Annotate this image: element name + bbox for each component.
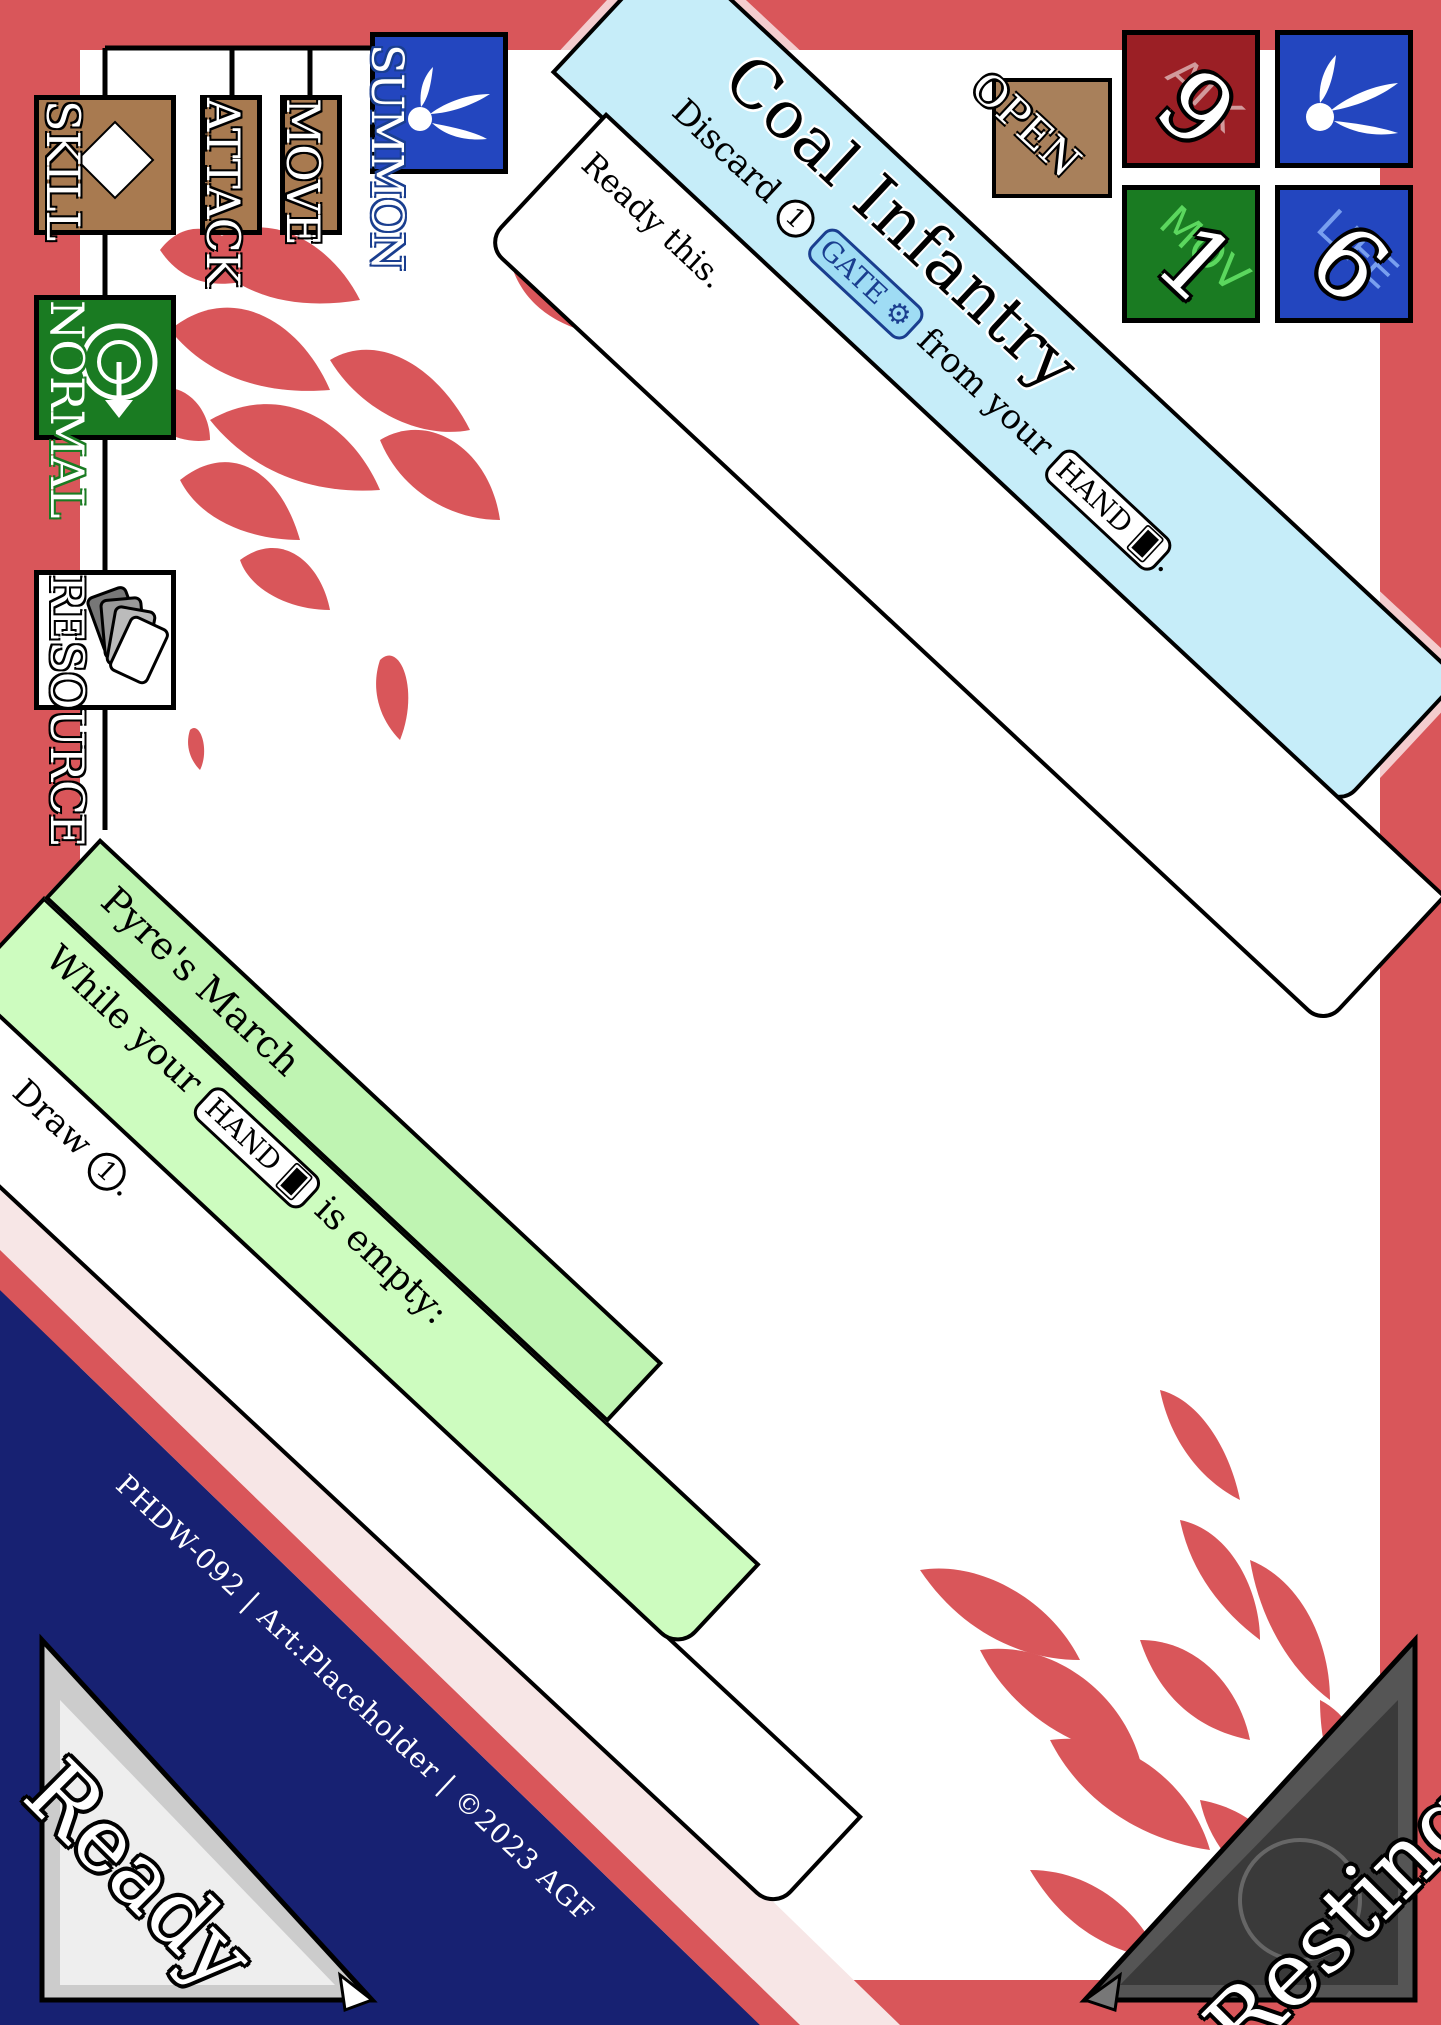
atk-stat: ATK 9 [1122,30,1260,168]
attack-label: ATTACK [196,98,250,286]
cost-amount: 1 [768,191,823,246]
unit-type-stat [1275,30,1413,168]
move-label: MOVE [276,98,330,245]
skill-label: SKILL [36,100,90,241]
mov-stat: MOV 1 [1122,185,1260,323]
card: Coal Infantry Discard 1 GATE ⚙ from your… [0,0,1441,2025]
fairy-icon [1306,55,1398,135]
life-stat: LIFE 6 [1275,185,1413,323]
normal-label: NORMAL [40,300,94,518]
resource-label: RESOURCE [40,575,94,847]
hand-token-label: HAND [1049,453,1140,541]
summon-label: SUMMON [361,44,412,270]
